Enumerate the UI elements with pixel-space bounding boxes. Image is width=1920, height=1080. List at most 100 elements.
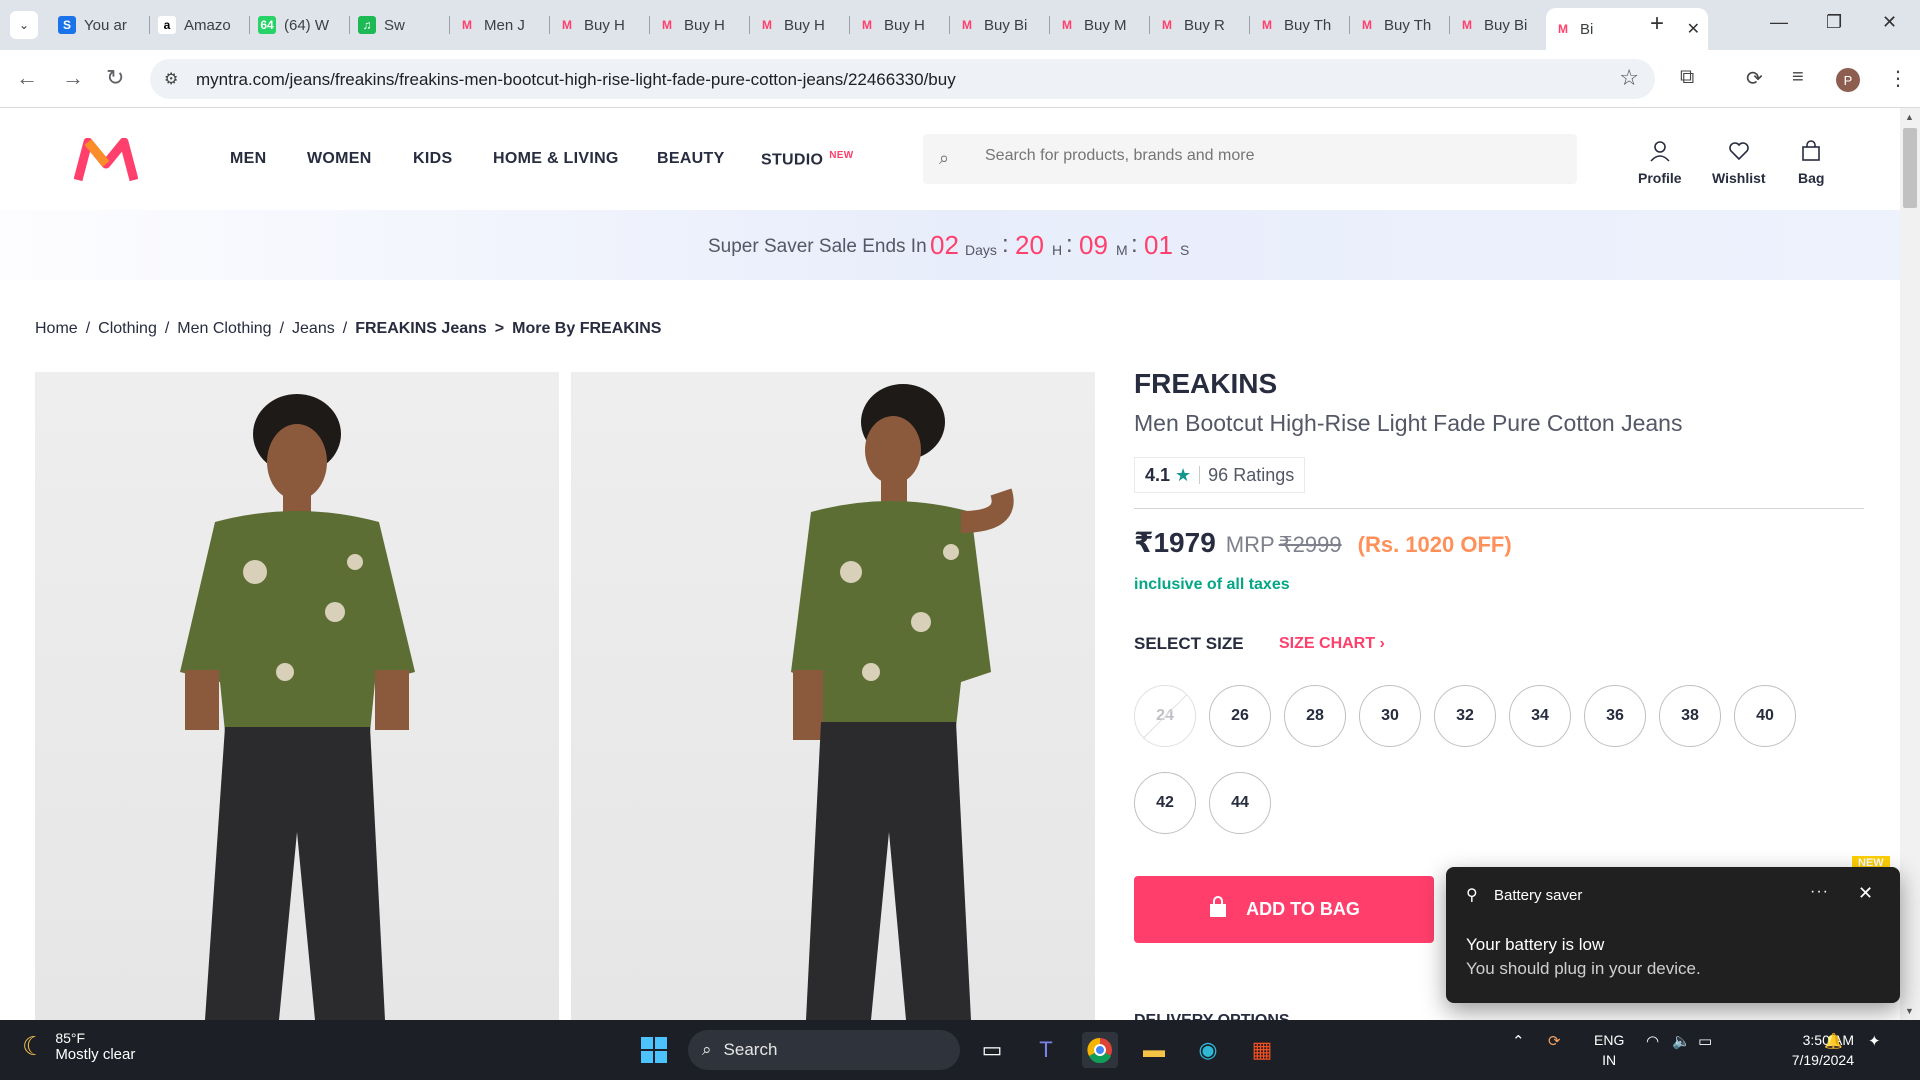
browser-tab[interactable]: 64 (64) W <box>250 8 350 42</box>
size-button-42[interactable]: 42 <box>1134 772 1196 834</box>
browser-tab[interactable]: M Buy H <box>550 8 650 42</box>
browser-tab[interactable]: M Buy Th <box>1350 8 1450 42</box>
site-settings-icon[interactable]: ⚙ <box>164 69 178 89</box>
notification-bell-icon[interactable]: 🔔 <box>1824 1032 1843 1050</box>
myntra-logo[interactable] <box>74 138 138 184</box>
browser-tab[interactable]: S You ar <box>50 8 150 42</box>
close-tab-icon[interactable]: ✕ <box>1687 19 1700 39</box>
size-button-32[interactable]: 32 <box>1434 685 1496 747</box>
forward-arrow-icon[interactable]: → <box>62 65 84 91</box>
breadcrumb-brand-jeans[interactable]: FREAKINS Jeans <box>355 320 487 338</box>
edge-icon[interactable]: ◉ <box>1190 1032 1226 1068</box>
teams-icon[interactable]: T <box>1028 1032 1064 1068</box>
add-to-bag-button[interactable]: ADD TO BAG <box>1134 876 1434 943</box>
new-tab-button[interactable]: + <box>1650 12 1664 36</box>
size-button-28[interactable]: 28 <box>1284 685 1346 747</box>
nav-studio[interactable]: STUDIO NEW <box>761 150 853 169</box>
profile-button[interactable]: Profile <box>1638 140 1682 186</box>
chrome-icon[interactable] <box>1082 1032 1118 1068</box>
scrollbar-thumb[interactable] <box>1903 128 1917 208</box>
sync-status-icon[interactable]: ⟳ <box>1548 1032 1561 1050</box>
nav-women[interactable]: WOMEN <box>307 150 372 168</box>
browser-tab[interactable]: M Buy Th <box>1250 8 1350 42</box>
url-text[interactable]: myntra.com/jeans/freakins/freakins-men-b… <box>196 70 956 90</box>
nav-beauty[interactable]: BEAUTY <box>657 150 725 168</box>
windows-start-icon[interactable] <box>636 1032 672 1068</box>
active-tab-title: Bi <box>1580 20 1594 38</box>
wifi-icon[interactable]: ◠ <box>1646 1032 1659 1050</box>
size-button-30[interactable]: 30 <box>1359 685 1421 747</box>
scroll-up-icon[interactable]: ▲ <box>1905 112 1914 122</box>
sale-countdown-banner: Super Saver Sale Ends In 02 Days : 20 H … <box>0 210 1900 280</box>
browser-profile-avatar[interactable]: P <box>1836 68 1860 92</box>
close-window-icon[interactable]: ✕ <box>1882 12 1897 33</box>
notification-body: You should plug in your device. <box>1466 959 1701 978</box>
browser-tab[interactable]: M Men J <box>450 8 550 42</box>
wishlist-button[interactable]: Wishlist <box>1712 140 1766 186</box>
sale-minutes: 09 <box>1079 230 1108 260</box>
active-tab[interactable]: M Bi ✕ <box>1546 8 1708 50</box>
taskbar-search[interactable]: ⌕ Search <box>688 1030 960 1070</box>
weather-widget[interactable]: ☾ 85°F Mostly clear <box>22 1030 135 1063</box>
breadcrumb-more-by-brand[interactable]: More By FREAKINS <box>512 320 661 338</box>
size-button-38[interactable]: 38 <box>1659 685 1721 747</box>
browser-tab[interactable]: a Amazo <box>150 8 250 42</box>
size-button-36[interactable]: 36 <box>1584 685 1646 747</box>
browser-tab[interactable]: M Buy M <box>1050 8 1150 42</box>
bag-button[interactable]: Bag <box>1798 140 1824 186</box>
menu-dots-icon[interactable]: ⋮ <box>1888 66 1908 91</box>
search-bar[interactable]: ⌕ <box>923 134 1577 184</box>
rating-badge[interactable]: 4.1 ★ 96 Ratings <box>1134 457 1306 493</box>
minimize-icon[interactable]: — <box>1770 12 1788 33</box>
size-chart-link[interactable]: SIZE CHART › <box>1279 635 1385 653</box>
mrp-price: ₹2999 <box>1278 532 1342 557</box>
battery-icon[interactable]: ▭ <box>1698 1032 1712 1050</box>
sync-icon[interactable]: ⟳ <box>1746 66 1763 91</box>
size-button-26[interactable]: 26 <box>1209 685 1271 747</box>
nav-men[interactable]: MEN <box>230 150 266 168</box>
copilot-icon[interactable]: ✦ <box>1868 1032 1881 1050</box>
browser-tab[interactable]: M Buy Bi <box>950 8 1050 42</box>
reload-icon[interactable]: ↻ <box>106 65 124 91</box>
browser-tab[interactable]: M Buy Bi <box>1450 8 1550 42</box>
size-button-34[interactable]: 34 <box>1509 685 1571 747</box>
close-notification-icon[interactable]: ✕ <box>1858 883 1873 904</box>
task-view-icon[interactable]: ▭ <box>974 1032 1010 1068</box>
media-control-icon[interactable]: ≡ <box>1792 66 1804 89</box>
store-icon[interactable]: ▦ <box>1244 1032 1280 1068</box>
nav-kids[interactable]: KIDS <box>413 150 452 168</box>
product-image-2[interactable] <box>571 372 1095 1020</box>
scroll-down-icon[interactable]: ▼ <box>1905 1006 1914 1016</box>
breadcrumb-clothing[interactable]: Clothing <box>98 320 157 338</box>
size-button-44[interactable]: 44 <box>1209 772 1271 834</box>
browser-tab[interactable]: M Buy H <box>750 8 850 42</box>
browser-tab[interactable]: M Buy H <box>650 8 750 42</box>
more-options-icon[interactable]: ··· <box>1810 883 1829 901</box>
nav-studio-label: STUDIO <box>761 151 824 169</box>
restore-icon[interactable]: ❐ <box>1826 12 1842 33</box>
breadcrumb-arrow: > <box>494 320 505 337</box>
size-button-40[interactable]: 40 <box>1734 685 1796 747</box>
battery-saver-notification[interactable]: ⚲ Battery saver ··· ✕ Your battery is lo… <box>1446 867 1900 1003</box>
product-image-1[interactable] <box>35 372 559 1020</box>
breadcrumb-jeans[interactable]: Jeans <box>292 320 335 338</box>
page-scrollbar[interactable]: ▲ ▼ <box>1900 108 1920 1020</box>
breadcrumb-men-clothing[interactable]: Men Clothing <box>177 320 271 338</box>
language-indicator[interactable]: ENG IN <box>1594 1030 1624 1070</box>
extensions-icon[interactable]: ⧉ <box>1680 66 1694 89</box>
file-explorer-icon[interactable]: ▬ <box>1136 1032 1172 1068</box>
volume-icon[interactable]: 🔈 <box>1672 1032 1691 1050</box>
back-arrow-icon[interactable]: ← <box>16 65 38 91</box>
browser-tab[interactable]: M Buy R <box>1150 8 1250 42</box>
show-hidden-icons[interactable]: ⌃ <box>1512 1032 1525 1050</box>
breadcrumb-home[interactable]: Home <box>35 320 78 338</box>
nav-home-living[interactable]: HOME & LIVING <box>493 150 619 168</box>
browser-tab[interactable]: M Buy H <box>850 8 950 42</box>
address-bar[interactable]: ⚙ myntra.com/jeans/freakins/freakins-men… <box>150 59 1655 99</box>
search-input[interactable] <box>985 147 1545 165</box>
tab-favicon-icon: M <box>1462 18 1472 32</box>
bookmark-star-icon[interactable]: ☆ <box>1619 65 1639 91</box>
browser-tab[interactable]: ♫ Sw <box>350 8 450 42</box>
tab-search-icon[interactable]: ⌄ <box>10 11 38 39</box>
size-button-24[interactable]: 24 <box>1134 685 1196 747</box>
